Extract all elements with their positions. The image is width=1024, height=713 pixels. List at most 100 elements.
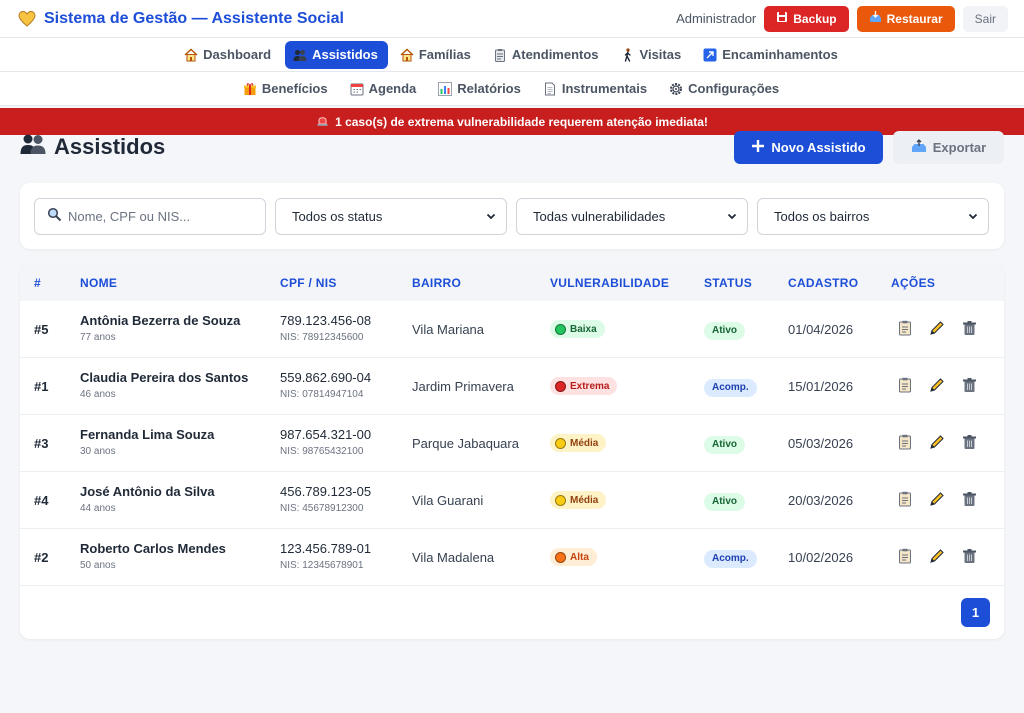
vulnerability-label: Média — [570, 437, 599, 449]
new-assistido-button[interactable]: Novo Assistido — [734, 130, 883, 164]
row-cpf: 987.654.321-00 — [280, 427, 372, 442]
row-cpf-cell: 123.456.789-01 NIS: 12345678901 — [280, 541, 371, 571]
nav-encaminhamentos[interactable]: Encaminhamentos — [695, 41, 848, 69]
table-row[interactable]: #4 José Antônio da Silva 44 anos 456.789… — [20, 472, 1004, 529]
circle-icon — [555, 437, 566, 449]
clipboard-icon[interactable] — [896, 547, 914, 565]
document-icon — [543, 82, 557, 96]
circle-icon — [555, 551, 566, 563]
row-bairro: Jardim Primavera — [412, 379, 514, 394]
row-date: 15/01/2026 — [788, 379, 854, 394]
row-nis: NIS: 78912345600 — [280, 332, 364, 343]
vulnerability-select[interactable]: Todas vulnerabilidades — [516, 197, 748, 235]
nav-configuracoes[interactable]: Configurações — [661, 75, 789, 103]
row-vulnerability: Extrema — [550, 377, 618, 395]
vulnerability-select-value: Todas vulnerabilidades — [533, 208, 666, 224]
restore-button[interactable]: Restaurar — [856, 5, 955, 32]
bar-chart-icon — [438, 81, 453, 96]
row-actions — [896, 376, 978, 394]
vulnerability-badge: Alta — [550, 548, 597, 566]
status-badge: Ativo — [704, 492, 745, 511]
export-button[interactable]: Exportar — [893, 130, 1004, 164]
gift-icon — [243, 82, 257, 96]
pencil-icon[interactable] — [928, 547, 946, 565]
col-cpf-nis: CPF / NIS — [280, 276, 337, 290]
house-icon — [184, 48, 198, 62]
col-id: # — [34, 276, 41, 290]
inbox-tray-icon — [869, 11, 882, 26]
search-placeholder: Nome, CPF ou NIS... — [68, 208, 191, 224]
primary-nav: Dashboard Assistidos Famílias Atendiment… — [0, 38, 1024, 72]
trash-icon[interactable] — [960, 433, 978, 451]
row-status: Ativo — [704, 492, 745, 511]
nav-relatorios[interactable]: Relatórios — [430, 75, 531, 103]
row-name-cell: José Antônio da Silva 44 anos — [80, 484, 215, 514]
clipboard-icon[interactable] — [896, 490, 914, 508]
row-cpf: 123.456.789-01 — [280, 541, 372, 556]
table-row[interactable]: #3 Fernanda Lima Souza 30 anos 987.654.3… — [20, 415, 1004, 472]
row-cpf: 789.123.456-08 — [280, 313, 372, 328]
nav-assistidos[interactable]: Assistidos — [285, 40, 388, 69]
table-row[interactable]: #2 Roberto Carlos Mendes 50 anos 123.456… — [20, 529, 1004, 586]
nav-beneficios[interactable]: Benefícios — [235, 75, 338, 103]
row-name-cell: Claudia Pereira dos Santos 46 anos — [80, 370, 248, 400]
row-id: #4 — [34, 493, 49, 508]
nav-agenda[interactable]: Agenda — [342, 75, 427, 103]
row-age: 46 anos — [80, 389, 116, 400]
status-badge: Acomp. — [704, 378, 757, 397]
col-cadastro: CADASTRO — [788, 276, 859, 290]
nav-dashboard[interactable]: Dashboard — [176, 41, 281, 69]
siren-icon — [316, 114, 329, 129]
assistidos-table: # NOME CPF / NIS BAIRRO VULNERABILIDADE … — [20, 264, 1004, 639]
vulnerability-label: Alta — [570, 551, 589, 563]
backup-button[interactable]: Backup — [764, 5, 849, 32]
col-acoes: AÇÕES — [891, 276, 936, 290]
neighborhood-select[interactable]: Todos os bairros — [757, 197, 989, 235]
people-icon — [20, 132, 46, 162]
clipboard-icon[interactable] — [896, 319, 914, 337]
logout-label: Sair — [974, 11, 996, 26]
table-row[interactable]: #1 Claudia Pereira dos Santos 46 anos 55… — [20, 358, 1004, 415]
row-vulnerability: Média — [550, 434, 607, 452]
pencil-icon[interactable] — [928, 433, 946, 451]
col-bairro: BAIRRO — [412, 276, 462, 290]
pencil-icon[interactable] — [928, 490, 946, 508]
pencil-icon[interactable] — [928, 319, 946, 337]
trash-icon[interactable] — [960, 319, 978, 337]
export-label: Exportar — [932, 139, 987, 155]
row-date: 01/04/2026 — [788, 322, 854, 337]
status-select[interactable]: Todos os status — [275, 197, 507, 235]
row-status: Ativo — [704, 321, 745, 340]
table-row[interactable]: #5 Antônia Bezerra de Souza 77 anos 789.… — [20, 301, 1004, 358]
nav-familias[interactable]: Famílias — [392, 41, 481, 69]
search-input[interactable]: Nome, CPF ou NIS... — [34, 197, 266, 235]
page-1-button[interactable]: 1 — [961, 598, 990, 627]
trash-icon[interactable] — [960, 376, 978, 394]
row-vulnerability: Média — [550, 491, 607, 509]
trash-icon[interactable] — [960, 490, 978, 508]
vulnerability-badge: Média — [550, 434, 607, 452]
status-badge: Ativo — [704, 435, 745, 454]
vulnerability-label: Média — [570, 494, 599, 506]
trash-icon[interactable] — [960, 547, 978, 565]
new-assistido-label: Novo Assistido — [771, 139, 866, 155]
row-name: Roberto Carlos Mendes — [80, 541, 226, 556]
row-date: 05/03/2026 — [788, 436, 854, 451]
row-id: #3 — [34, 436, 49, 451]
row-bairro: Vila Guarani — [412, 493, 484, 508]
vulnerability-label: Baixa — [570, 323, 597, 335]
pencil-icon[interactable] — [928, 376, 946, 394]
row-name-cell: Antônia Bezerra de Souza 77 anos — [80, 313, 240, 343]
row-date: 10/02/2026 — [788, 550, 854, 565]
row-cpf-cell: 789.123.456-08 NIS: 78912345600 — [280, 313, 371, 343]
nav-label: Dashboard — [203, 47, 272, 62]
page-title-text: Assistidos — [54, 134, 166, 159]
logout-button[interactable]: Sair — [962, 5, 1008, 32]
clipboard-icon[interactable] — [896, 433, 914, 451]
nav-atendimentos[interactable]: Atendimentos — [485, 41, 609, 69]
row-status: Acomp. — [704, 378, 757, 397]
nav-instrumentais[interactable]: Instrumentais — [535, 75, 657, 103]
nav-visitas[interactable]: Visitas — [613, 41, 692, 69]
row-cpf-cell: 456.789.123-05 NIS: 45678912300 — [280, 484, 371, 514]
clipboard-icon[interactable] — [896, 376, 914, 394]
